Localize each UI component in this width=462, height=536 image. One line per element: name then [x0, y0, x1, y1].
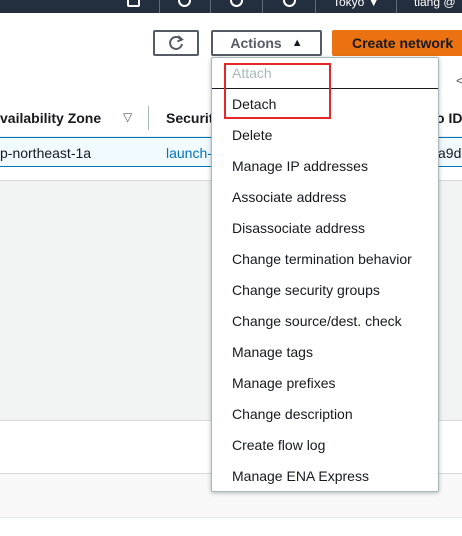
refresh-button[interactable] — [153, 30, 199, 56]
pagination-prev-icon[interactable]: < — [456, 73, 462, 88]
top-navigation-bar: Tokyo ▼ tiang @ — [0, 0, 462, 13]
notifications-icon[interactable] — [178, 0, 191, 7]
menu-item-delete[interactable]: Delete — [212, 120, 438, 151]
column-divider[interactable] — [148, 106, 149, 130]
column-header-availability-zone[interactable]: vailability Zone — [0, 110, 101, 126]
menu-item-change-security-groups[interactable]: Change security groups — [212, 275, 438, 306]
top-separator — [159, 0, 160, 13]
menu-item-manage-tags[interactable]: Manage tags — [212, 337, 438, 368]
create-button-label: Create network — [352, 35, 454, 51]
top-separator — [210, 0, 211, 13]
settings-icon[interactable] — [283, 0, 296, 7]
region-label: Tokyo — [333, 0, 365, 9]
actions-button[interactable]: Actions ▲ — [211, 30, 322, 56]
actions-dropdown-menu: Attach Detach Delete Manage IP addresses… — [211, 57, 439, 492]
menu-item-attach: Attach — [212, 58, 438, 89]
column-header-ids[interactable]: o IDs — [436, 110, 462, 126]
cloudshell-icon[interactable] — [127, 0, 140, 7]
menu-item-create-flow-log[interactable]: Create flow log — [212, 430, 438, 461]
cell-security-group-link[interactable]: launch- — [166, 145, 212, 161]
caret-down-icon: ▼ — [367, 0, 380, 9]
refresh-icon — [169, 35, 184, 50]
region-selector[interactable]: Tokyo ▼ — [333, 0, 380, 9]
top-separator — [396, 0, 397, 13]
help-icon[interactable] — [230, 0, 243, 7]
menu-item-detach[interactable]: Detach — [212, 89, 438, 120]
create-network-interface-button[interactable]: Create network — [332, 30, 462, 56]
menu-item-change-termination-behavior[interactable]: Change termination behavior — [212, 244, 438, 275]
column-header-security-groups[interactable]: Securit — [166, 110, 213, 126]
menu-item-manage-ena-express[interactable]: Manage ENA Express — [212, 461, 438, 492]
menu-item-associate-address[interactable]: Associate address — [212, 182, 438, 213]
top-separator — [315, 0, 316, 13]
sort-icon[interactable]: ▽ — [123, 110, 132, 124]
menu-item-change-source-dest-check[interactable]: Change source/dest. check — [212, 306, 438, 337]
menu-item-manage-prefixes[interactable]: Manage prefixes — [212, 368, 438, 399]
menu-item-change-description[interactable]: Change description — [212, 399, 438, 430]
menu-item-disassociate-address[interactable]: Disassociate address — [212, 213, 438, 244]
cell-availability-zone: p-northeast-1a — [0, 145, 92, 161]
caret-up-icon: ▲ — [291, 37, 303, 49]
actions-label: Actions — [230, 35, 282, 51]
account-menu[interactable]: tiang @ — [414, 0, 456, 9]
top-separator — [262, 0, 263, 13]
menu-item-manage-ip-addresses[interactable]: Manage IP addresses — [212, 151, 438, 182]
cell-ids: a9d — [438, 145, 462, 161]
